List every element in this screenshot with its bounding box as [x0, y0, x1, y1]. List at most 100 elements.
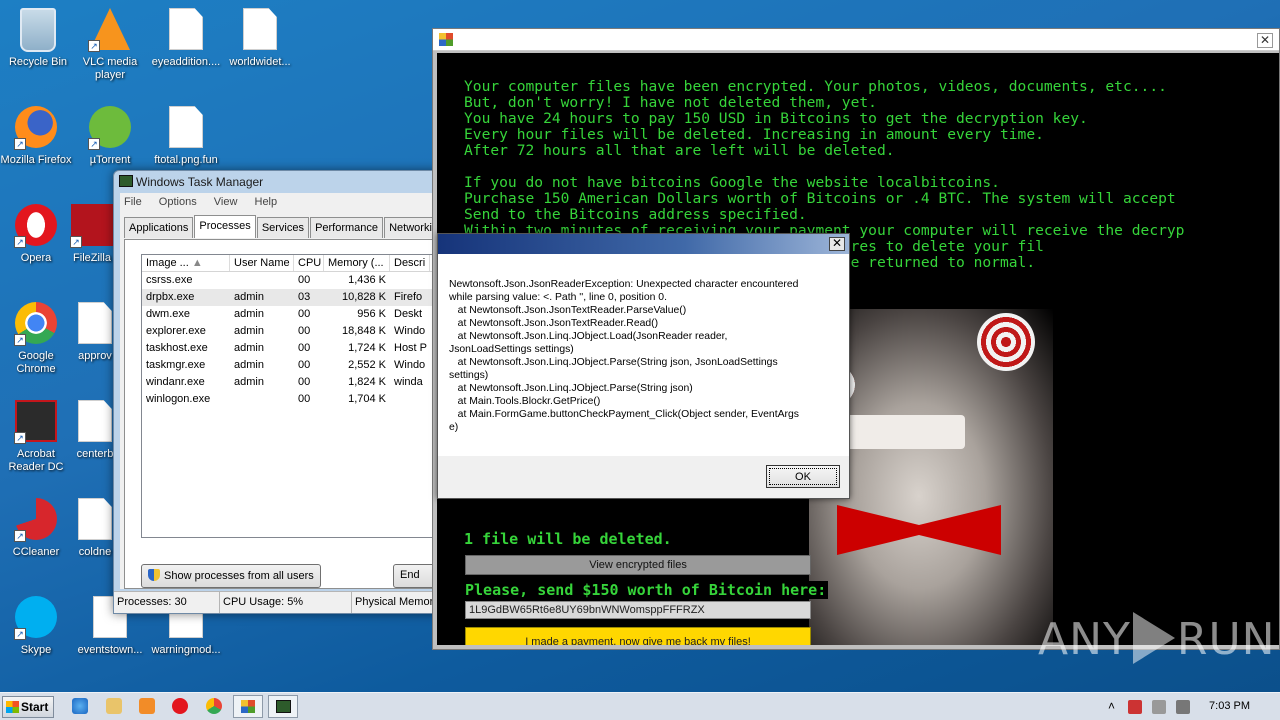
filezilla-icon: ↗ — [70, 204, 114, 248]
desktop-icon-ccleaner[interactable]: ↗ CCleaner — [0, 498, 74, 559]
opera-icon[interactable] — [172, 698, 188, 714]
windows-flag-icon — [6, 701, 19, 713]
payment-made-button[interactable]: I made a payment, now give me back my fi… — [465, 627, 811, 645]
show-all-processes-button[interactable]: Show processes from all users — [141, 564, 321, 588]
process-image: windanr.exe — [146, 376, 205, 388]
process-description — [390, 391, 430, 408]
process-image: explorer.exe — [146, 325, 206, 337]
media-player-icon[interactable] — [139, 698, 155, 714]
table-row[interactable]: explorer.exe admin 00 18,848 K Windo — [142, 323, 442, 340]
table-row[interactable]: windanr.exe admin 00 1,824 K winda — [142, 374, 442, 391]
process-user: admin — [234, 342, 264, 354]
process-user — [230, 391, 294, 408]
desktop-icon-file[interactable]: worldwidet... — [222, 8, 298, 69]
column-header-image[interactable]: Image ... ▲ — [142, 255, 230, 271]
tab-applications[interactable]: Applications — [124, 217, 194, 238]
tab-performance[interactable]: Performance — [310, 217, 384, 238]
menu-file[interactable]: File — [124, 196, 142, 208]
process-list[interactable]: Image ... ▲ User Name CPU Memory (... De… — [141, 254, 442, 538]
tab-services[interactable]: Services — [256, 217, 309, 238]
menu-view[interactable]: View — [214, 196, 238, 208]
process-memory: 1,724 K — [348, 342, 386, 354]
menu-options[interactable]: Options — [159, 196, 197, 208]
table-row[interactable]: taskhost.exe admin 00 1,724 K Host P — [142, 340, 442, 357]
chrome-icon: ↗ — [14, 302, 58, 346]
taskbar-task-manager[interactable] — [268, 695, 298, 718]
table-row[interactable]: winlogon.exe 00 1,704 K — [142, 391, 442, 408]
clock[interactable]: 7:03 PM — [1209, 700, 1250, 712]
process-cpu: 00 — [298, 342, 311, 354]
document-icon — [164, 106, 208, 150]
recycle-bin-icon — [16, 8, 60, 52]
teeth — [845, 415, 965, 449]
ransom-message-line: After 72 hours all that are left will be… — [464, 142, 895, 159]
menu-help[interactable]: Help — [255, 196, 278, 208]
desktop-icon-vlc[interactable]: ↗ VLC media player — [72, 8, 148, 82]
task-manager-icon — [119, 175, 133, 187]
column-header-cpu[interactable]: CPU — [294, 255, 324, 271]
error-dialog[interactable]: ✕ Newtonsoft.Json.JsonReaderException: U… — [437, 233, 850, 499]
desktop-icon-utorrent[interactable]: ↗ µTorrent — [72, 106, 148, 167]
desktop-icon-recycle-bin[interactable]: Recycle Bin — [0, 8, 76, 69]
desktop-icon-firefox[interactable]: ↗ Mozilla Firefox — [0, 106, 74, 167]
app-icon — [241, 700, 255, 713]
process-memory: 1,436 K — [348, 274, 386, 286]
table-row[interactable]: dwm.exe admin 00 956 K Deskt — [142, 306, 442, 323]
error-message: Newtonsoft.Json.JsonReaderException: Une… — [438, 254, 849, 456]
process-list-header: Image ... ▲ User Name CPU Memory (... De… — [142, 255, 442, 272]
ok-button[interactable]: OK — [766, 465, 840, 488]
task-manager-icon — [276, 700, 291, 713]
process-description: winda — [394, 376, 423, 388]
tab-processes[interactable]: Processes — [194, 215, 256, 238]
folder-icon[interactable] — [106, 698, 122, 714]
view-encrypted-files-button[interactable]: View encrypted files — [465, 555, 811, 575]
close-icon[interactable]: ✕ — [829, 237, 845, 251]
process-memory: 2,552 K — [348, 359, 386, 371]
internet-explorer-icon[interactable] — [72, 698, 88, 714]
table-row[interactable]: taskmgr.exe admin 00 2,552 K Windo — [142, 357, 442, 374]
desktop-icon-skype[interactable]: ↗ Skype — [0, 596, 74, 657]
skype-icon: ↗ — [14, 596, 58, 640]
close-icon[interactable]: ✕ — [1257, 33, 1273, 48]
desktop-icon-label: VLC media player — [82, 56, 138, 81]
desktop-icon-chrome[interactable]: ↗ Google Chrome — [0, 302, 74, 376]
table-row[interactable]: csrss.exe 00 1,436 K — [142, 272, 442, 289]
process-description: Host P — [394, 342, 428, 354]
ransom-window-titlebar[interactable]: ✕ — [433, 29, 1279, 51]
bitcoin-address-field[interactable]: 1L9GdBW65Rt6e8UY69bnWNWomsppFFFRZX — [465, 601, 811, 619]
task-manager-titlebar[interactable]: Windows Task Manager — [114, 171, 442, 193]
network-icon[interactable] — [1152, 700, 1166, 714]
process-user: admin — [234, 291, 264, 303]
desktop-icon-label: Mozilla Firefox — [0, 154, 72, 166]
table-row[interactable]: drpbx.exe admin 03 10,828 K Firefo — [142, 289, 442, 306]
process-cpu: 00 — [298, 359, 311, 371]
ransom-message-line: But, don't worry! I have not deleted the… — [464, 94, 877, 111]
dialog-titlebar[interactable]: ✕ — [438, 234, 849, 254]
taskbar-ransom-app[interactable] — [233, 695, 263, 718]
status-bar: Processes: 30 CPU Usage: 5% Physical Mem… — [114, 591, 442, 613]
column-header-user[interactable]: User Name — [230, 255, 294, 271]
desktop-icon-file[interactable]: ftotal.png.fun — [148, 106, 224, 167]
task-manager-window[interactable]: Windows Task Manager File Options View H… — [113, 170, 443, 614]
volume-icon[interactable] — [1176, 700, 1190, 714]
process-image: drpbx.exe — [146, 291, 195, 303]
ransom-message-line: Send to the Bitcoins address specified. — [464, 206, 807, 223]
action-center-icon[interactable] — [1128, 700, 1142, 714]
chrome-icon[interactable] — [206, 698, 222, 714]
bowtie-left — [837, 505, 919, 555]
column-header-description[interactable]: Descri — [390, 255, 430, 271]
desktop-icon-acrobat[interactable]: ↗ Acrobat Reader DC — [0, 400, 74, 474]
start-button[interactable]: Start — [2, 696, 54, 718]
firefox-icon: ↗ — [14, 106, 58, 150]
ccleaner-icon: ↗ — [14, 498, 58, 542]
watermark-text-right: RUN — [1176, 614, 1276, 665]
column-header-memory[interactable]: Memory (... — [324, 255, 390, 271]
process-description: Windo — [394, 325, 426, 337]
desktop-icon-file[interactable]: eyeaddition.... — [148, 8, 224, 69]
processes-panel: Image ... ▲ User Name CPU Memory (... De… — [124, 239, 442, 589]
show-hidden-icons-icon[interactable]: ˄ — [1108, 699, 1115, 713]
process-cpu: 00 — [298, 274, 311, 286]
desktop-icon-label: ftotal.png.fun — [154, 154, 218, 166]
vlc-icon: ↗ — [88, 8, 132, 52]
desktop-icon-label: Acrobat Reader DC — [8, 448, 64, 473]
